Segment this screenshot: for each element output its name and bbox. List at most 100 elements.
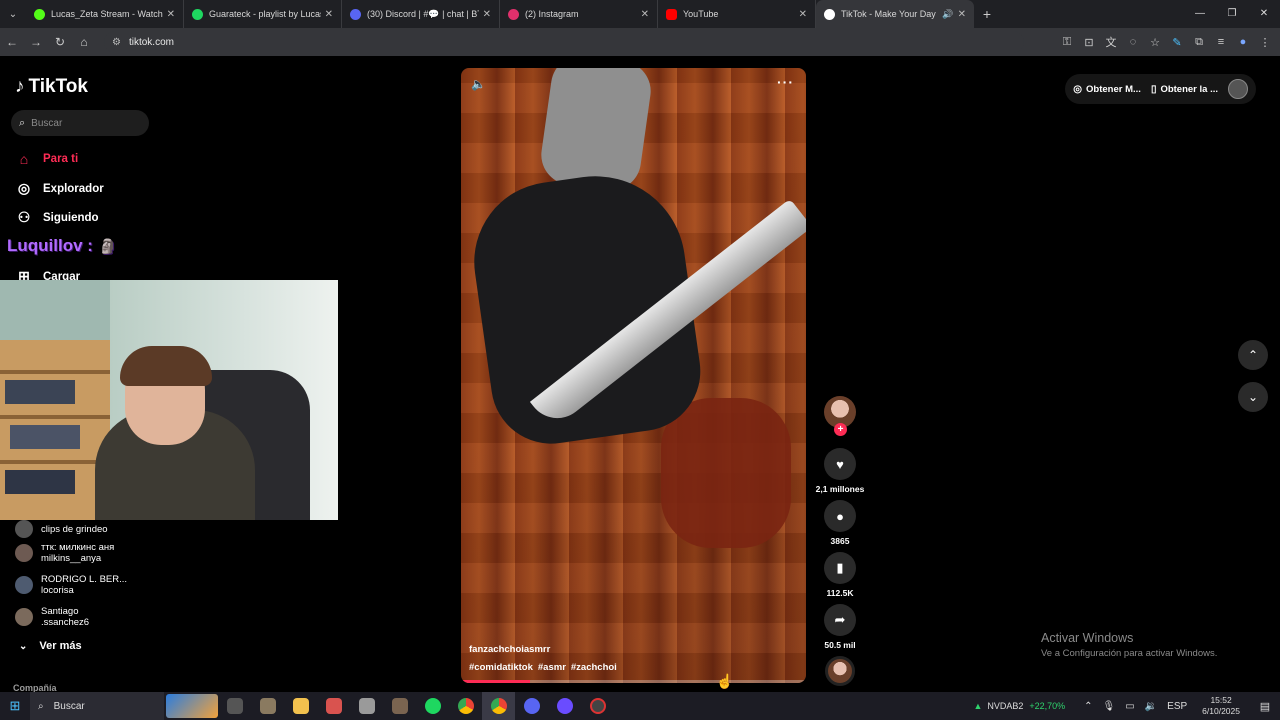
reload-icon[interactable]: ↻ xyxy=(48,35,72,49)
forward-icon[interactable]: → xyxy=(24,35,48,49)
nav-explorador[interactable]: ◎ Explorador xyxy=(15,180,104,197)
close-tab-icon[interactable]: ✕ xyxy=(167,9,175,20)
clock[interactable]: 15:52 6/10/2025 xyxy=(1202,695,1240,717)
close-tab-icon[interactable]: ✕ xyxy=(799,9,807,20)
app-icon[interactable] xyxy=(350,692,383,720)
app-icon[interactable] xyxy=(251,692,284,720)
speaker-icon[interactable]: 🔊 xyxy=(942,9,953,20)
phone-icon: ▯ xyxy=(1150,83,1157,95)
close-tab-icon[interactable]: ✕ xyxy=(958,9,966,20)
minimize-icon[interactable]: — xyxy=(1184,0,1216,28)
webcam-overlay xyxy=(0,280,338,520)
search-highlight-image[interactable] xyxy=(166,694,218,718)
get-coins-button[interactable]: ◎ Obtener M... xyxy=(1073,84,1141,95)
hashtag[interactable]: #zachchoi xyxy=(571,662,617,673)
music-disc[interactable] xyxy=(812,656,868,686)
see-more-button[interactable]: ⌄ Ver más xyxy=(19,640,82,652)
spotify-icon[interactable] xyxy=(416,692,449,720)
browser-tab[interactable]: (2) Instagram ✕ xyxy=(500,0,658,28)
follow-plus-icon[interactable]: + xyxy=(834,423,847,436)
volume-icon[interactable]: 🔈 xyxy=(471,77,486,91)
account-item[interactable]: clips de grindeo xyxy=(15,520,108,538)
nav-siguiendo[interactable]: ⚇ Siguiendo xyxy=(15,209,99,226)
more-options-icon[interactable]: ··· xyxy=(777,74,794,90)
trend-up-icon: ▲ xyxy=(973,701,983,711)
comment-icon: ● xyxy=(824,500,856,532)
translate-icon[interactable]: 文 xyxy=(1100,34,1122,50)
browser-tab-active[interactable]: TikTok - Make Your Day 🔊 ✕ xyxy=(816,0,974,28)
close-tab-icon[interactable]: ✕ xyxy=(483,9,491,20)
chevron-up-icon[interactable]: ⌃ xyxy=(1084,701,1092,712)
tab-search-icon[interactable]: ⌄ xyxy=(0,0,26,28)
video-hashtags: #comidatiktok #asmr #zachchoi xyxy=(469,662,617,673)
profile-avatar[interactable] xyxy=(1228,79,1248,99)
volume-icon[interactable]: 🔉 xyxy=(1145,701,1157,712)
account-item[interactable]: Santiago .ssanchez6 xyxy=(15,606,89,628)
extension-icon[interactable]: ✎ xyxy=(1166,36,1188,49)
search-icon: ⌕ xyxy=(19,116,26,129)
notification-icon[interactable]: ▤ xyxy=(1250,700,1280,713)
save-button[interactable]: ▮ 112.5K xyxy=(812,552,868,598)
close-tab-icon[interactable]: ✕ xyxy=(325,9,333,20)
bookmark-star-icon[interactable]: ☆ xyxy=(1144,36,1166,49)
tiktok-note-icon: ♪ xyxy=(15,76,25,97)
video-player[interactable]: 🔈 ··· fanzachchoiasmrr #comidatiktok #as… xyxy=(461,68,806,683)
eye-off-icon[interactable]: ◌ xyxy=(1122,36,1144,48)
site-info-icon[interactable]: ⚙ xyxy=(112,37,121,48)
share-button[interactable]: ➦ 50.5 mil xyxy=(812,604,868,650)
like-button[interactable]: ♥ 2,1 millones xyxy=(812,448,868,494)
new-tab-button[interactable]: + xyxy=(974,6,1000,22)
browser-tab[interactable]: Lucas_Zeta Stream - Watch Live✕ xyxy=(26,0,184,28)
key-icon[interactable]: ⚿ xyxy=(1056,36,1078,49)
close-tab-icon[interactable]: ✕ xyxy=(641,9,649,20)
stock-widget[interactable]: ▲ NVDAB2 +22,70% xyxy=(973,701,1065,711)
chrome-icon[interactable] xyxy=(449,692,482,720)
profile-icon[interactable]: ● xyxy=(1232,36,1254,48)
browser-tab[interactable]: (30) Discord | #💬 | chat | BTC Hi✕ xyxy=(342,0,500,28)
close-window-icon[interactable]: ✕ xyxy=(1248,0,1280,28)
media-icon[interactable]: ≡ xyxy=(1210,36,1232,48)
puzzle-icon[interactable]: ⧉ xyxy=(1188,36,1210,49)
maximize-icon[interactable]: ❐ xyxy=(1216,0,1248,28)
hand-cursor-icon: ☝ xyxy=(716,673,734,689)
kick-icon xyxy=(34,8,45,20)
hashtag[interactable]: #asmr xyxy=(538,662,566,673)
tiktok-page: ♪ TikTok ⌕ Buscar ⌂ Para ti ◎ Explorador… xyxy=(0,56,1280,693)
browser-tab[interactable]: YouTube ✕ xyxy=(658,0,816,28)
microphone-app-icon[interactable] xyxy=(317,692,350,720)
next-video-button[interactable]: ⌄ xyxy=(1238,382,1268,412)
avatar xyxy=(15,576,33,594)
discord-icon[interactable] xyxy=(515,692,548,720)
language-indicator[interactable]: ESP xyxy=(1167,701,1187,712)
chrome-icon[interactable] xyxy=(482,692,515,720)
windows-start-icon[interactable]: ⊞ xyxy=(0,698,30,714)
nav-para-ti[interactable]: ⌂ Para ti xyxy=(15,151,78,167)
get-app-button[interactable]: ▯ Obtener la ... xyxy=(1151,84,1218,95)
app-icon[interactable] xyxy=(581,692,614,720)
account-item[interactable]: ттк: милкинс аня milkins__anya xyxy=(15,542,114,564)
tiktok-logo[interactable]: ♪ TikTok xyxy=(15,76,88,98)
address-bar[interactable]: ⚙ tiktok.com xyxy=(104,31,1024,53)
creator-avatar[interactable]: + xyxy=(812,396,868,436)
video-progress[interactable] xyxy=(461,680,806,683)
obs-icon[interactable] xyxy=(548,692,581,720)
task-view-icon[interactable] xyxy=(218,692,251,720)
network-icon[interactable]: ▭ xyxy=(1125,701,1134,712)
home-icon[interactable]: ⌂ xyxy=(72,35,96,49)
previous-video-button[interactable]: ⌃ xyxy=(1238,340,1268,370)
account-item[interactable]: RODRIGO L. BER... locorisa xyxy=(15,574,127,596)
hashtag[interactable]: #comidatiktok xyxy=(469,662,533,673)
taskbar-search[interactable]: ⌕ Buscar xyxy=(30,692,164,720)
video-author[interactable]: fanzachchoiasmrr xyxy=(469,644,550,655)
app-icon[interactable] xyxy=(383,692,416,720)
back-icon[interactable]: ← xyxy=(0,35,24,49)
search-input[interactable]: ⌕ Buscar xyxy=(11,110,149,136)
comment-button[interactable]: ● 3865 xyxy=(812,500,868,546)
browser-tab[interactable]: Guarateck - playlist by Lucas_Ze✕ xyxy=(184,0,342,28)
menu-icon[interactable]: ⋮ xyxy=(1254,36,1276,49)
microphone-icon[interactable]: 🎙 xyxy=(1103,701,1116,712)
heart-icon: ♥ xyxy=(824,448,856,480)
install-icon[interactable]: ⊡ xyxy=(1078,36,1100,49)
chevron-down-icon: ⌄ xyxy=(19,640,28,652)
file-explorer-icon[interactable] xyxy=(284,692,317,720)
